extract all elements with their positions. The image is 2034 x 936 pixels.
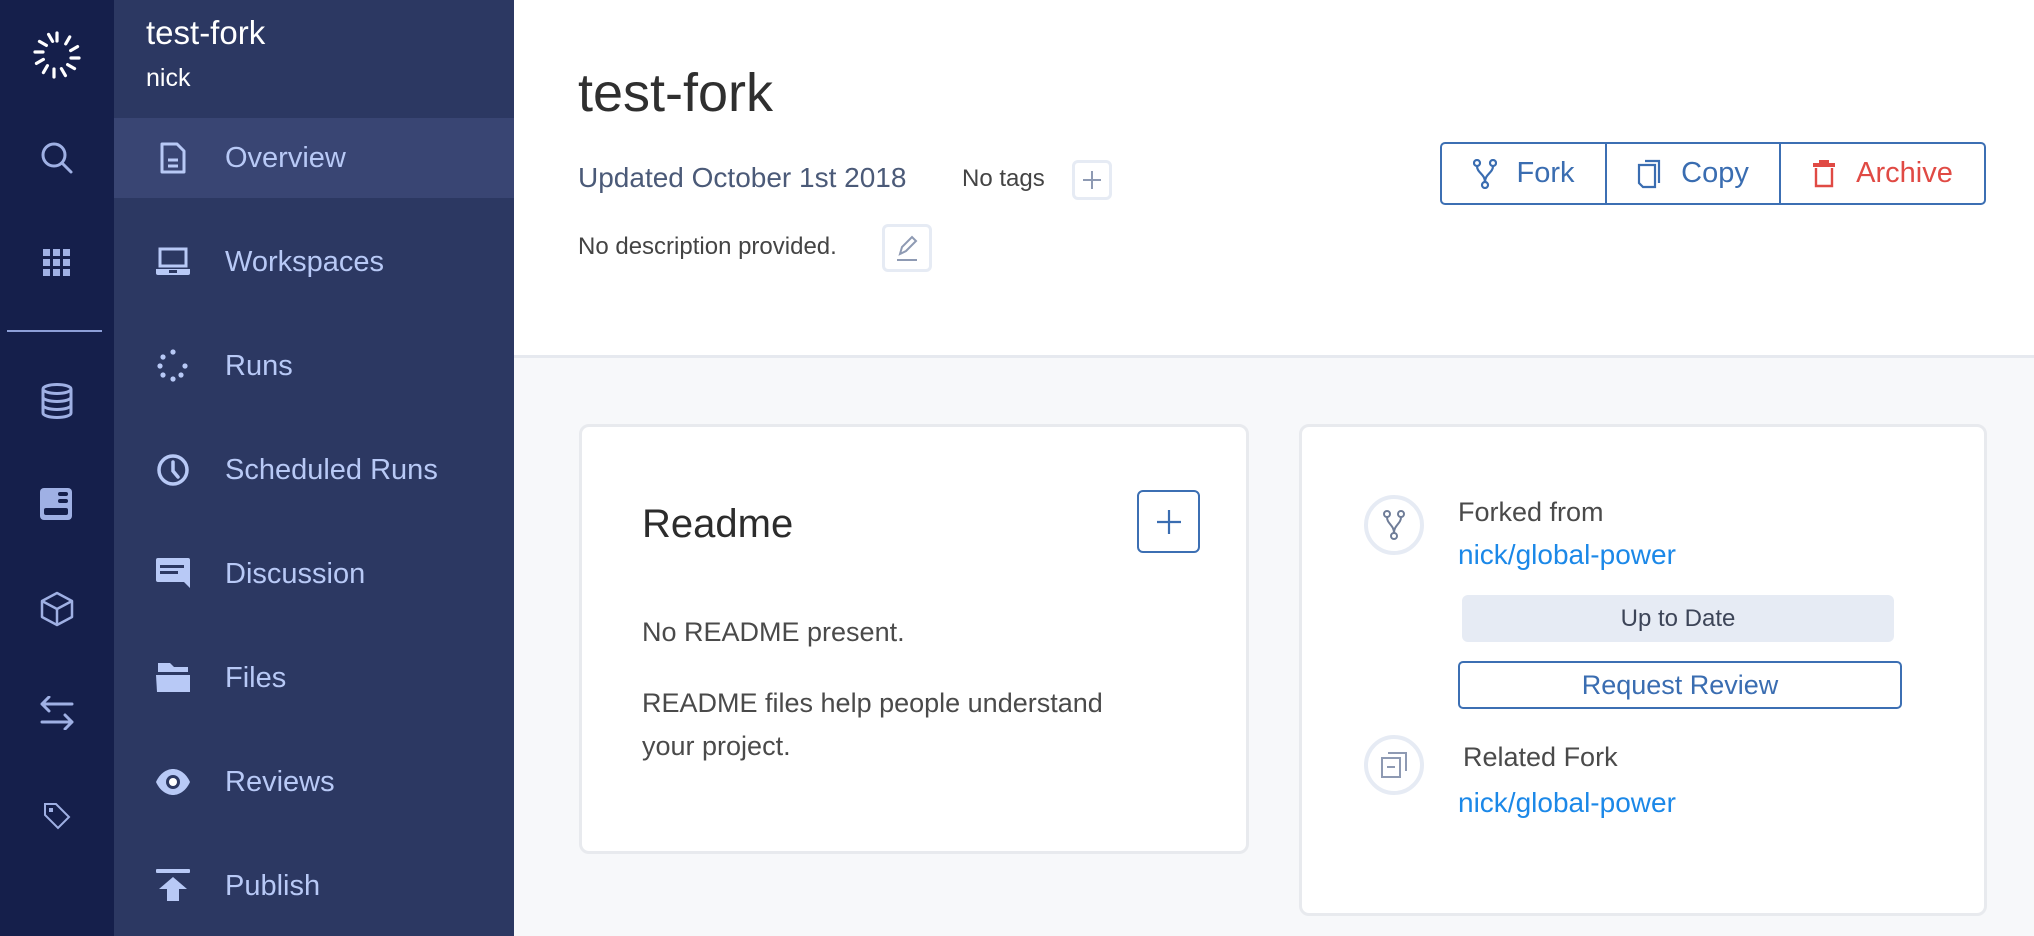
- fork-icon: [1472, 158, 1497, 189]
- laptop-icon: [153, 242, 193, 282]
- spinner-dots-icon: [153, 346, 193, 386]
- readme-help-text: README files help people understand your…: [642, 688, 1103, 761]
- add-tag-button[interactable]: [1072, 160, 1112, 200]
- forked-from-link[interactable]: nick/global-power: [1458, 539, 1676, 571]
- tag-icon[interactable]: [0, 791, 114, 841]
- related-fork-icon: [1364, 735, 1424, 795]
- up-to-date-status: Up to Date: [1462, 595, 1894, 642]
- apps-grid-icon[interactable]: [0, 238, 114, 288]
- sidebar-item-label: Workspaces: [225, 245, 385, 278]
- sidebar-item-label: Overview: [225, 141, 346, 174]
- sidebar-item-runs[interactable]: Runs: [114, 326, 514, 406]
- environment-icon[interactable]: [0, 480, 114, 530]
- fork-info-card: Forked from nick/global-power Up to Date…: [1299, 424, 1987, 916]
- project-actions: Fork Copy Archive: [1440, 142, 1986, 205]
- pencil-icon: [897, 235, 918, 261]
- sidebar-item-label: Runs: [225, 349, 293, 382]
- archive-button[interactable]: Archive: [1779, 144, 1984, 203]
- readme-empty-text: No README present.: [642, 617, 905, 647]
- upload-icon: [153, 866, 193, 906]
- package-icon[interactable]: [0, 584, 114, 634]
- readme-title: Readme: [642, 502, 794, 546]
- fork-icon: [1364, 495, 1424, 555]
- project-sidebar: test-fork nick Overview Workspaces Runs: [114, 0, 514, 936]
- sidebar-item-label: Files: [225, 661, 287, 694]
- forked-from-label: Forked from: [1458, 497, 1604, 527]
- sidebar-item-label: Scheduled Runs: [225, 453, 438, 486]
- project-owner[interactable]: nick: [146, 64, 190, 93]
- copy-button[interactable]: Copy: [1605, 144, 1779, 203]
- copy-icon: [1638, 159, 1661, 188]
- tags-label: No tags: [962, 165, 1045, 192]
- sidebar-item-reviews[interactable]: Reviews: [114, 742, 514, 822]
- page-title: test-fork: [578, 63, 774, 123]
- search-icon[interactable]: [0, 133, 114, 183]
- plus-icon: [1156, 509, 1181, 534]
- project-header: test-fork Updated October 1st 2018 No ta…: [514, 0, 2034, 358]
- main-content: test-fork Updated October 1st 2018 No ta…: [514, 0, 2034, 936]
- icon-rail: [0, 0, 114, 936]
- archive-button-label: Archive: [1856, 157, 1953, 189]
- folder-icon: [153, 658, 193, 698]
- sidebar-item-workspaces[interactable]: Workspaces: [114, 222, 514, 302]
- sidebar-item-label: Reviews: [225, 765, 335, 798]
- sidebar-item-scheduled-runs[interactable]: Scheduled Runs: [114, 430, 514, 510]
- sidebar-item-label: Discussion: [225, 557, 366, 590]
- plus-icon: [1083, 171, 1101, 189]
- copy-button-label: Copy: [1681, 157, 1749, 189]
- sidebar-item-label: Publish: [225, 869, 321, 902]
- updated-date: Updated October 1st 2018: [578, 162, 907, 193]
- related-fork-label: Related Fork: [1463, 742, 1618, 772]
- sidebar-item-files[interactable]: Files: [114, 638, 514, 718]
- sidebar-item-publish[interactable]: Publish: [114, 846, 514, 926]
- readme-card: Readme No README present. README files h…: [579, 424, 1249, 854]
- project-name: test-fork: [146, 14, 266, 51]
- related-fork-link[interactable]: nick/global-power: [1458, 787, 1676, 819]
- sidebar-item-discussion[interactable]: Discussion: [114, 534, 514, 614]
- database-icon[interactable]: [0, 376, 114, 426]
- add-readme-button[interactable]: [1137, 490, 1200, 553]
- document-icon: [153, 138, 193, 178]
- eye-icon: [153, 762, 193, 802]
- trash-icon: [1813, 159, 1836, 187]
- logo-icon[interactable]: [0, 30, 114, 80]
- edit-description-button[interactable]: [882, 224, 932, 272]
- request-review-button[interactable]: Request Review: [1458, 661, 1902, 709]
- clock-icon: [153, 450, 193, 490]
- fork-button-label: Fork: [1516, 157, 1575, 189]
- rail-divider: [7, 330, 102, 332]
- fork-button[interactable]: Fork: [1442, 144, 1605, 203]
- transfer-arrows-icon[interactable]: [0, 688, 114, 738]
- chat-bubble-icon: [153, 554, 193, 594]
- sidebar-item-overview[interactable]: Overview: [114, 118, 514, 198]
- description-text: No description provided.: [578, 233, 837, 260]
